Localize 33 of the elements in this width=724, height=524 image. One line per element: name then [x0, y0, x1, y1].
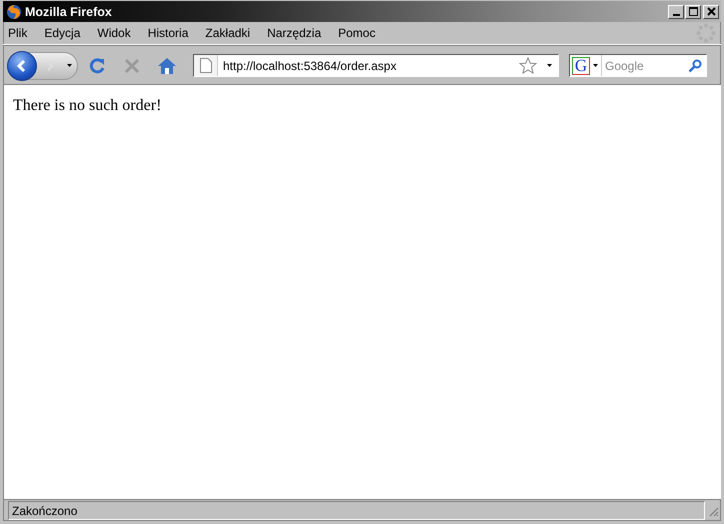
close-icon — [706, 7, 716, 16]
star-icon[interactable] — [519, 57, 537, 74]
caret-icon[interactable] — [593, 64, 598, 67]
stop-icon — [124, 58, 140, 74]
throbber-icon — [696, 23, 716, 43]
home-icon — [157, 56, 177, 74]
close-button[interactable] — [703, 4, 719, 18]
back-button[interactable] — [7, 50, 37, 80]
address-bar[interactable]: http://localhost:53864/order.aspx — [193, 54, 559, 77]
menu-item[interactable]: Edycja — [44, 26, 80, 40]
minimize-button[interactable] — [668, 4, 684, 18]
menu-item[interactable]: Widok — [97, 26, 131, 40]
maximize-icon — [688, 7, 698, 16]
search-icon[interactable] — [688, 58, 702, 72]
menu-item[interactable]: Pomoc — [338, 26, 376, 40]
menu-item[interactable]: Zakładki — [205, 26, 250, 40]
window-title: Mozilla Firefox — [25, 4, 113, 18]
minimize-icon — [672, 14, 680, 16]
reload-icon — [88, 56, 106, 74]
menu-item[interactable]: Historia — [148, 26, 188, 40]
maximize-button[interactable] — [685, 4, 701, 18]
menu-item[interactable]: Plik — [8, 26, 28, 40]
globe-icon — [6, 4, 22, 20]
address-text: http://localhost:53864/order.aspx — [222, 58, 398, 72]
menu-item[interactable]: Narzędzia — [267, 26, 322, 40]
search-engine-icon[interactable]: G — [572, 56, 590, 74]
message-text: There is no such order! — [13, 97, 162, 115]
resize-grip-icon[interactable] — [707, 504, 719, 516]
status-text: Zakończono — [8, 501, 705, 520]
caret-icon[interactable] — [547, 64, 552, 67]
caret-icon — [66, 64, 72, 67]
page-icon — [200, 58, 212, 73]
search-bar[interactable]: G Google — [569, 54, 707, 77]
